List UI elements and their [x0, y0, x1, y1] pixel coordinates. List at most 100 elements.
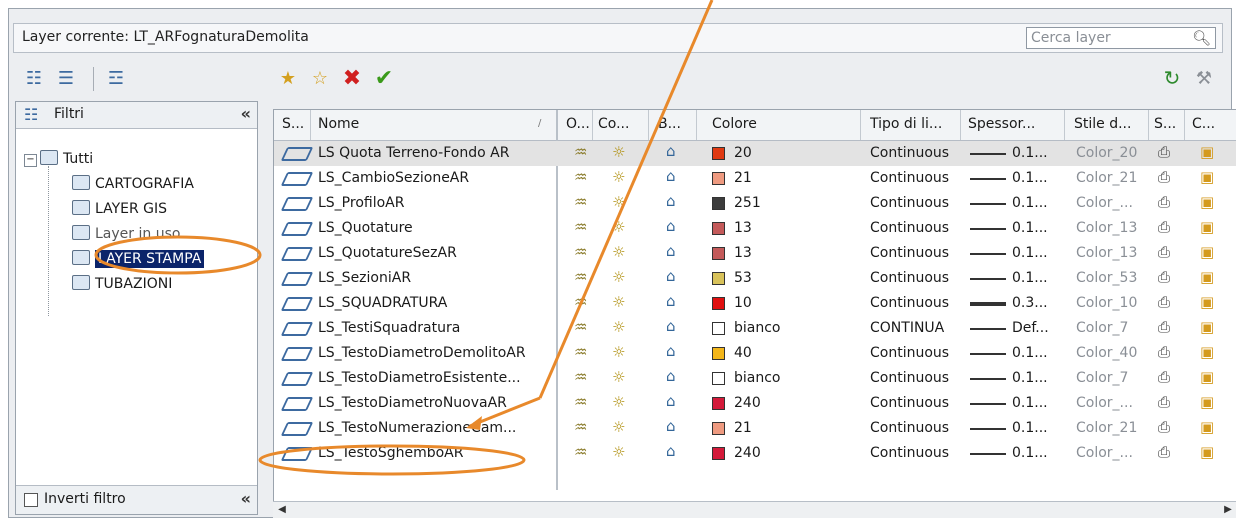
layer-name[interactable]: LS_TestoDiametroEsistente... — [318, 370, 521, 386]
layer-name[interactable]: LS_TestoDiametroDemolitoAR — [318, 345, 526, 361]
color-swatch[interactable] — [712, 322, 725, 335]
vp-freeze-icon[interactable]: ▣ — [1200, 368, 1214, 386]
unlock-icon[interactable]: ⌂ — [666, 442, 676, 460]
linetype-value[interactable]: Continuous — [870, 345, 949, 361]
on-bulb-icon[interactable]: ♒ — [574, 293, 587, 311]
table-row[interactable]: LS_TestiSquadratura ♒ ☼ ⌂ bianco CONTINUA Def.… — [274, 316, 1236, 341]
col-name[interactable]: Nome — [318, 116, 359, 132]
plot-printer-icon[interactable]: ⎙ — [1158, 143, 1170, 161]
thaw-sun-icon[interactable]: ☼ — [612, 193, 625, 211]
plot-printer-icon[interactable]: ⎙ — [1158, 393, 1170, 411]
color-value[interactable]: 40 — [734, 345, 752, 361]
unlock-icon[interactable]: ⌂ — [666, 417, 676, 435]
on-bulb-icon[interactable]: ♒ — [574, 418, 587, 436]
on-bulb-icon[interactable]: ♒ — [574, 218, 587, 236]
filter-item-layer-stampa[interactable]: LAYER STAMPA — [72, 250, 205, 268]
linetype-value[interactable]: Continuous — [870, 370, 949, 386]
vp-freeze-icon[interactable]: ▣ — [1200, 443, 1214, 461]
thaw-sun-icon[interactable]: ☼ — [612, 393, 625, 411]
lineweight-value[interactable]: 0.1... — [1012, 270, 1048, 286]
plot-printer-icon[interactable]: ⎙ — [1158, 168, 1170, 186]
filter-item-cartografia[interactable]: CARTOGRAFIA — [72, 175, 194, 192]
plot-printer-icon[interactable]: ⎙ — [1158, 343, 1170, 361]
color-value[interactable]: 10 — [734, 295, 752, 311]
color-value[interactable]: 251 — [734, 195, 761, 211]
linetype-value[interactable]: CONTINUA — [870, 320, 944, 336]
vp-freeze-icon[interactable]: ▣ — [1200, 243, 1214, 261]
vp-freeze-icon[interactable]: ▣ — [1200, 318, 1214, 336]
vp-freeze-icon[interactable]: ▣ — [1200, 218, 1214, 236]
table-row[interactable]: LS_ProfiloAR ♒ ☼ ⌂ 251 Continuous 0.1... Color_… — [274, 191, 1236, 216]
refresh-icon[interactable]: ↻ — [1159, 65, 1185, 91]
thaw-sun-icon[interactable]: ☼ — [612, 418, 625, 436]
plot-printer-icon[interactable]: ⎙ — [1158, 368, 1170, 386]
scroll-left-icon[interactable]: ◀ — [275, 503, 289, 517]
unlock-icon[interactable]: ⌂ — [666, 142, 676, 160]
on-bulb-icon[interactable]: ♒ — [574, 193, 587, 211]
lineweight-value[interactable]: 0.1... — [1012, 220, 1048, 236]
table-row[interactable]: LS_TestoDiametroNuovaAR ♒ ☼ ⌂ 240 Continuous 0… — [274, 391, 1236, 416]
filter-item-layer-in-uso[interactable]: Layer in uso — [72, 225, 180, 242]
unlock-icon[interactable]: ⌂ — [666, 242, 676, 260]
color-swatch[interactable] — [712, 222, 725, 235]
unlock-icon[interactable]: ⌂ — [666, 267, 676, 285]
set-current-icon[interactable]: ✔ — [371, 65, 397, 91]
table-row[interactable]: LS_TestoDiametroEsistente... ♒ ☼ ⌂ bianco Con… — [274, 366, 1236, 391]
table-row[interactable]: LS_Quotature ♒ ☼ ⌂ 13 Continuous 0.1... Color_1… — [274, 216, 1236, 241]
collapse-panel-button[interactable]: « — [241, 489, 251, 508]
plot-printer-icon[interactable]: ⎙ — [1158, 318, 1170, 336]
lineweight-value[interactable]: 0.1... — [1012, 145, 1048, 161]
new-property-filter-icon[interactable]: ☷ — [21, 65, 47, 91]
vp-freeze-icon[interactable]: ▣ — [1200, 168, 1214, 186]
new-layer-icon[interactable]: ★ — [275, 65, 301, 91]
color-swatch[interactable] — [712, 172, 725, 185]
color-swatch[interactable] — [712, 247, 725, 260]
table-row[interactable]: LS_SQUADRATURA ♒ ☼ ⌂ 10 Continuous 0.3... Color… — [274, 291, 1236, 316]
plot-printer-icon[interactable]: ⎙ — [1158, 193, 1170, 211]
table-row[interactable]: LS_CambioSezioneAR ♒ ☼ ⌂ 21 Continuous 0.1... C… — [274, 166, 1236, 191]
color-swatch[interactable] — [712, 447, 725, 460]
unlock-icon[interactable]: ⌂ — [666, 367, 676, 385]
linetype-value[interactable]: Continuous — [870, 270, 949, 286]
color-value[interactable]: 13 — [734, 220, 752, 236]
col-linetype[interactable]: Tipo di li... — [870, 116, 942, 132]
col-status[interactable]: S... — [282, 116, 304, 132]
color-swatch[interactable] — [712, 147, 725, 160]
layer-name[interactable]: LS_TestoDiametroNuovaAR — [318, 395, 507, 411]
thaw-sun-icon[interactable]: ☼ — [612, 268, 625, 286]
thaw-sun-icon[interactable]: ☼ — [612, 318, 625, 336]
on-bulb-icon[interactable]: ♒ — [574, 243, 587, 261]
unlock-icon[interactable]: ⌂ — [666, 392, 676, 410]
color-value[interactable]: 21 — [734, 170, 752, 186]
search-icon[interactable]: 🔍︎ — [1192, 29, 1211, 47]
plot-printer-icon[interactable]: ⎙ — [1158, 443, 1170, 461]
plot-printer-icon[interactable]: ⎙ — [1158, 243, 1170, 261]
vp-freeze-icon[interactable]: ▣ — [1200, 293, 1214, 311]
table-row[interactable]: LS_TestoDiametroDemolitoAR ♒ ☼ ⌂ 40 Continuou… — [274, 341, 1236, 366]
col-color[interactable]: Colore — [712, 116, 757, 132]
plot-printer-icon[interactable]: ⎙ — [1158, 293, 1170, 311]
layer-name[interactable]: LS_TestoNumerazioneCam... — [318, 420, 516, 436]
lineweight-value[interactable]: 0.1... — [1012, 395, 1048, 411]
layer-name[interactable]: LS_TestoSghemboAR — [318, 445, 463, 461]
color-swatch[interactable] — [712, 197, 725, 210]
color-value[interactable]: 13 — [734, 245, 752, 261]
thaw-sun-icon[interactable]: ☼ — [612, 343, 625, 361]
lineweight-value[interactable]: 0.1... — [1012, 420, 1048, 436]
lineweight-value[interactable]: 0.1... — [1012, 195, 1048, 211]
thaw-sun-icon[interactable]: ☼ — [612, 368, 625, 386]
scroll-right-icon[interactable]: ▶ — [1221, 503, 1235, 517]
lineweight-value[interactable]: 0.1... — [1012, 245, 1048, 261]
new-group-filter-icon[interactable]: ☰ — [53, 65, 79, 91]
unlock-icon[interactable]: ⌂ — [666, 317, 676, 335]
col-lineweight[interactable]: Spessor... — [968, 116, 1035, 132]
layer-name[interactable]: LS_Quotature — [318, 220, 413, 236]
linetype-value[interactable]: Continuous — [870, 245, 949, 261]
collapse-filters-button[interactable]: « — [241, 104, 251, 123]
linetype-value[interactable]: Continuous — [870, 395, 949, 411]
linetype-value[interactable]: Continuous — [870, 445, 949, 461]
layer-name[interactable]: LS_ProfiloAR — [318, 195, 404, 211]
linetype-value[interactable]: Continuous — [870, 170, 949, 186]
color-value[interactable]: 20 — [734, 145, 752, 161]
on-bulb-icon[interactable]: ♒ — [574, 168, 587, 186]
